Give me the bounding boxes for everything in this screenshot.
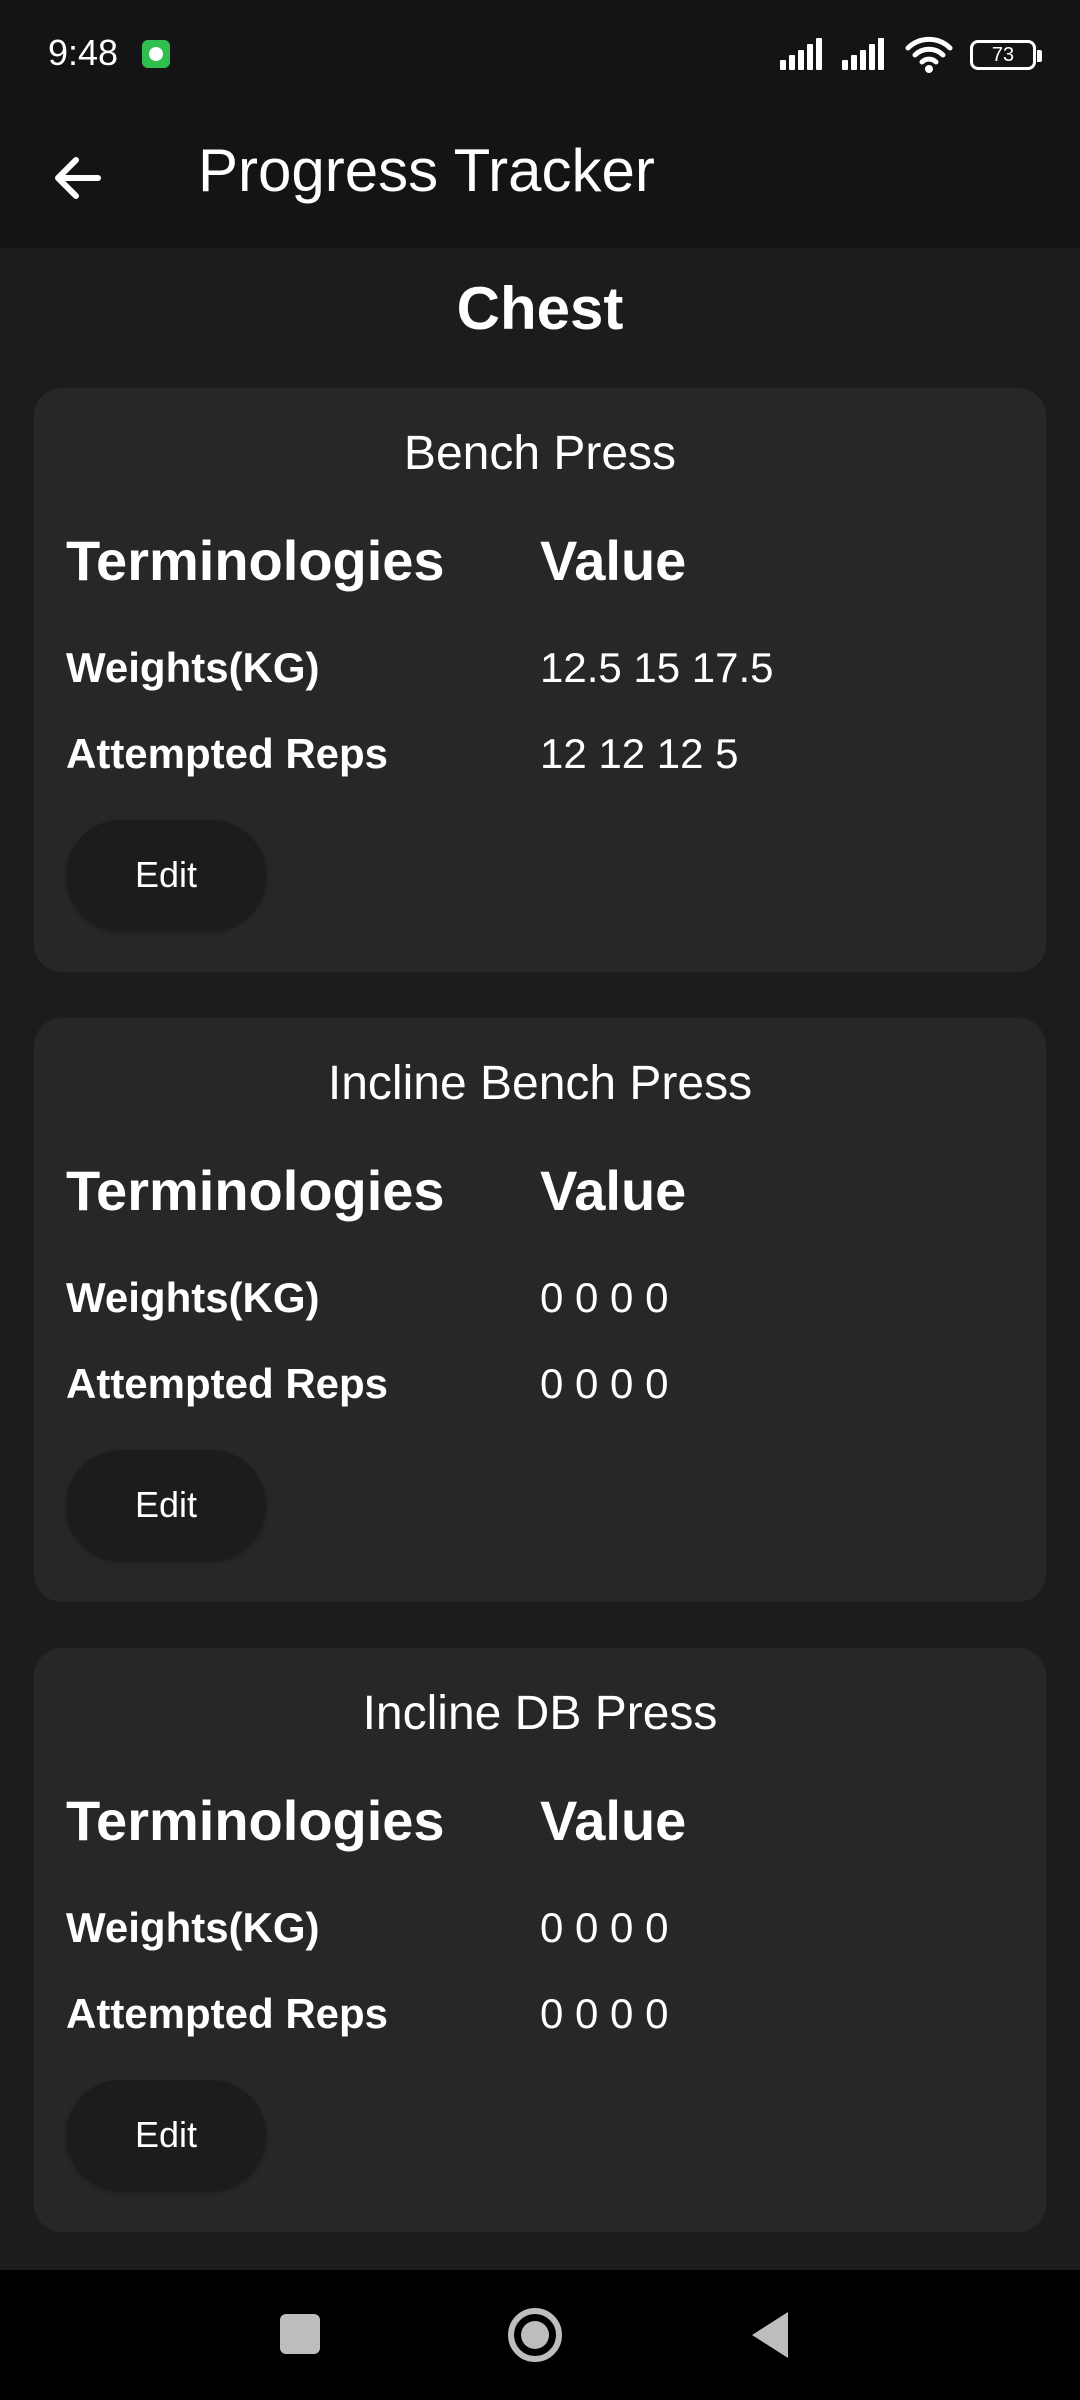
weights-value: 0 0 0 0 [540,1904,669,1951]
circle-home-icon[interactable] [508,2308,562,2362]
page-title: Progress Tracker [198,137,655,204]
exercise-title: Incline Bench Press [327,1057,753,1110]
status-time: 9:48 [48,32,119,73]
exercise-card: Incline DB Press Terminologies Value Wei… [34,1648,1046,2232]
edit-button[interactable]: Edit [66,820,266,930]
app-bar: Progress Tracker [0,110,1080,248]
value-header: Value [540,529,687,592]
reps-value: 12 12 12 5 [540,730,739,777]
exercise-title: Bench Press [403,427,677,480]
reps-value: 0 0 0 0 [540,1360,669,1407]
weights-label: Weights(KG) [66,1904,320,1951]
reps-label: Attempted Reps [66,730,389,777]
battery-indicator: 73 [970,40,1042,70]
value-header: Value [540,1789,687,1852]
terminologies-header: Terminologies [66,1789,445,1852]
reps-value: 0 0 0 0 [540,1990,669,2037]
arrow-back-icon [55,157,101,199]
exercise-card: Bench Press Terminologies Value Weights(… [34,388,1046,972]
signal-icon [842,36,890,70]
status-icons: 73 [780,36,1042,76]
reps-label: Attempted Reps [66,1360,389,1407]
weights-label: Weights(KG) [66,1274,320,1321]
main-content[interactable]: Chest Bench Press Terminologies Value We… [0,248,1080,2270]
weights-label: Weights(KG) [66,644,320,691]
edit-button[interactable]: Edit [66,2080,266,2190]
triangle-back-icon[interactable] [752,2312,788,2358]
reps-label: Attempted Reps [66,1990,389,2037]
exercise-card: Incline Bench Press Terminologies Value … [34,1018,1046,1602]
section-title: Chest [456,275,624,342]
weights-value: 0 0 0 0 [540,1274,669,1321]
exercise-title: Incline DB Press [362,1687,718,1740]
app-notification-icon [142,40,170,68]
back-button[interactable] [40,140,116,216]
value-header: Value [540,1159,687,1222]
edit-button[interactable]: Edit [66,1450,266,1560]
wifi-icon [905,36,953,73]
terminologies-header: Terminologies [66,529,445,592]
status-bar: 9:48 73 [0,0,1080,110]
terminologies-header: Terminologies [66,1159,445,1222]
signal-icon [780,36,828,70]
weights-value: 12.5 15 17.5 [540,644,774,691]
system-nav-bar [0,2270,1080,2400]
square-recents-icon[interactable] [280,2314,320,2354]
